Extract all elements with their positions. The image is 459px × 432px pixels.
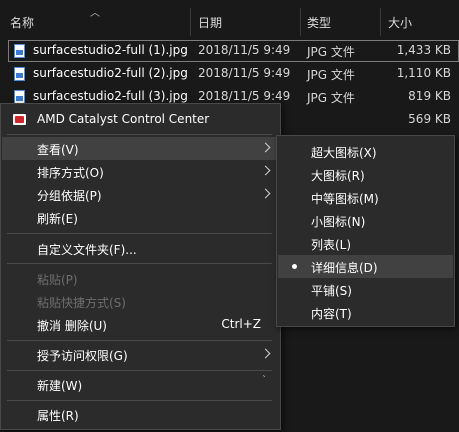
menu-item-paste: 粘贴(P) bbox=[2, 267, 279, 290]
submenu-item-large-icons[interactable]: 大图标(R) bbox=[278, 163, 453, 186]
file-size: 569 KB bbox=[408, 112, 451, 126]
menu-item-sort-by[interactable]: 排序方式(O) bbox=[2, 160, 279, 183]
chevron-right-icon bbox=[260, 142, 271, 153]
submenu-item-details[interactable]: 详细信息(D) bbox=[278, 255, 453, 278]
amd-icon bbox=[13, 114, 26, 125]
submenu-item-tiles[interactable]: 平铺(S) bbox=[278, 278, 453, 301]
menu-item-group-by[interactable]: 分组依据(P) bbox=[2, 183, 279, 206]
menu-separator bbox=[7, 134, 272, 135]
menu-item-label: 查看(V) bbox=[37, 143, 79, 157]
submenu-item-label: 超大图标(X) bbox=[311, 146, 377, 160]
jpg-file-icon bbox=[14, 90, 25, 104]
submenu-item-label: 中等图标(M) bbox=[311, 192, 379, 206]
menu-separator bbox=[7, 370, 272, 371]
menu-item-label: 自定义文件夹(F)... bbox=[37, 243, 137, 257]
file-date: 2018/11/5 9:49 bbox=[198, 89, 291, 103]
jpg-file-icon bbox=[14, 44, 25, 58]
column-name[interactable]: 名称 bbox=[10, 14, 34, 32]
sort-ascending-icon: ︿ bbox=[90, 8, 100, 19]
menu-item-label: 粘贴(P) bbox=[37, 273, 78, 287]
file-size: 1,110 KB bbox=[396, 66, 451, 80]
menu-item-label: 粘贴快捷方式(S) bbox=[37, 296, 126, 310]
submenu-item-label: 大图标(R) bbox=[311, 169, 365, 183]
column-date[interactable]: 日期 bbox=[198, 14, 222, 32]
menu-item-view[interactable]: 查看(V) bbox=[2, 137, 279, 160]
menu-item-grant-access[interactable]: 授予访问权限(G) bbox=[2, 343, 279, 366]
file-type: JPG 文件 bbox=[307, 68, 355, 82]
shortcut-label: Ctrl+Z bbox=[221, 317, 261, 331]
column-divider[interactable] bbox=[380, 8, 381, 36]
file-type: JPG 文件 bbox=[307, 45, 355, 59]
column-divider[interactable] bbox=[190, 8, 191, 36]
menu-item-refresh[interactable]: 刷新(E) bbox=[2, 206, 279, 229]
column-header: ︿ 名称 日期 类型 大小 bbox=[0, 0, 459, 36]
submenu-item-label: 小图标(N) bbox=[311, 215, 366, 229]
submenu-item-label: 内容(T) bbox=[311, 307, 352, 321]
file-date: 2018/11/5 9:49 bbox=[198, 43, 291, 57]
menu-item-label: 授予访问权限(G) bbox=[37, 349, 128, 363]
file-size: 1,433 KB bbox=[396, 43, 451, 57]
jpg-file-icon bbox=[14, 67, 25, 81]
menu-separator bbox=[7, 340, 272, 341]
menu-item-label: 刷新(E) bbox=[37, 212, 78, 226]
file-type: JPG 文件 bbox=[307, 91, 355, 105]
menu-item-paste-shortcut: 粘贴快捷方式(S) bbox=[2, 290, 279, 313]
submenu-item-label: 列表(L) bbox=[311, 238, 352, 252]
menu-separator bbox=[7, 233, 272, 234]
menu-separator bbox=[7, 263, 272, 264]
context-menu: AMD Catalyst Control Center 查看(V) 排序方式(O… bbox=[0, 103, 281, 430]
menu-item-label: 撤消 删除(U) bbox=[37, 319, 107, 333]
column-divider[interactable] bbox=[300, 8, 301, 36]
menu-item-label: 属性(R) bbox=[37, 409, 79, 423]
column-size[interactable]: 大小 bbox=[388, 14, 412, 32]
chevron-right-icon bbox=[260, 165, 271, 176]
menu-item-label: 新建(W) bbox=[37, 379, 83, 393]
submenu-item-label: 详细信息(D) bbox=[311, 261, 378, 275]
file-size: 819 KB bbox=[408, 89, 451, 103]
menu-item-label: 排序方式(O) bbox=[37, 166, 104, 180]
submenu-item-label: 平铺(S) bbox=[311, 284, 352, 298]
submenu-item-content[interactable]: 内容(T) bbox=[278, 301, 453, 324]
menu-separator bbox=[7, 400, 272, 401]
file-row[interactable]: surfacestudio2-full (1).jpg 2018/11/5 9:… bbox=[0, 40, 459, 62]
submenu-item-extra-large-icons[interactable]: 超大图标(X) bbox=[278, 140, 453, 163]
submenu-item-small-icons[interactable]: 小图标(N) bbox=[278, 209, 453, 232]
file-name: surfacestudio2-full (3).jpg bbox=[33, 89, 188, 103]
menu-item-label: AMD Catalyst Control Center bbox=[37, 112, 210, 126]
chevron-right-icon bbox=[260, 348, 271, 359]
menu-item-properties[interactable]: 属性(R) bbox=[2, 403, 279, 426]
chevron-right-icon bbox=[260, 188, 271, 199]
menu-item-undo-delete[interactable]: 撤消 删除(U) Ctrl+Z bbox=[2, 313, 279, 336]
menu-item-label: 分组依据(P) bbox=[37, 189, 102, 203]
menu-item-customize-folder[interactable]: 自定义文件夹(F)... bbox=[2, 237, 279, 260]
radio-selected-icon bbox=[292, 264, 297, 269]
file-date: 2018/11/5 9:49 bbox=[198, 66, 291, 80]
chevron-right-icon: ˋ bbox=[262, 375, 267, 386]
menu-item-amd-catalyst[interactable]: AMD Catalyst Control Center bbox=[2, 108, 279, 131]
file-name: surfacestudio2-full (2).jpg bbox=[33, 66, 188, 80]
file-name: surfacestudio2-full (1).jpg bbox=[33, 43, 188, 57]
view-submenu: 超大图标(X) 大图标(R) 中等图标(M) 小图标(N) 列表(L) 详细信息… bbox=[276, 135, 455, 327]
submenu-item-medium-icons[interactable]: 中等图标(M) bbox=[278, 186, 453, 209]
column-type[interactable]: 类型 bbox=[307, 14, 331, 32]
menu-item-new[interactable]: 新建(W) ˋ bbox=[2, 373, 279, 396]
file-row[interactable]: surfacestudio2-full (2).jpg 2018/11/5 9:… bbox=[0, 63, 459, 85]
submenu-item-list[interactable]: 列表(L) bbox=[278, 232, 453, 255]
